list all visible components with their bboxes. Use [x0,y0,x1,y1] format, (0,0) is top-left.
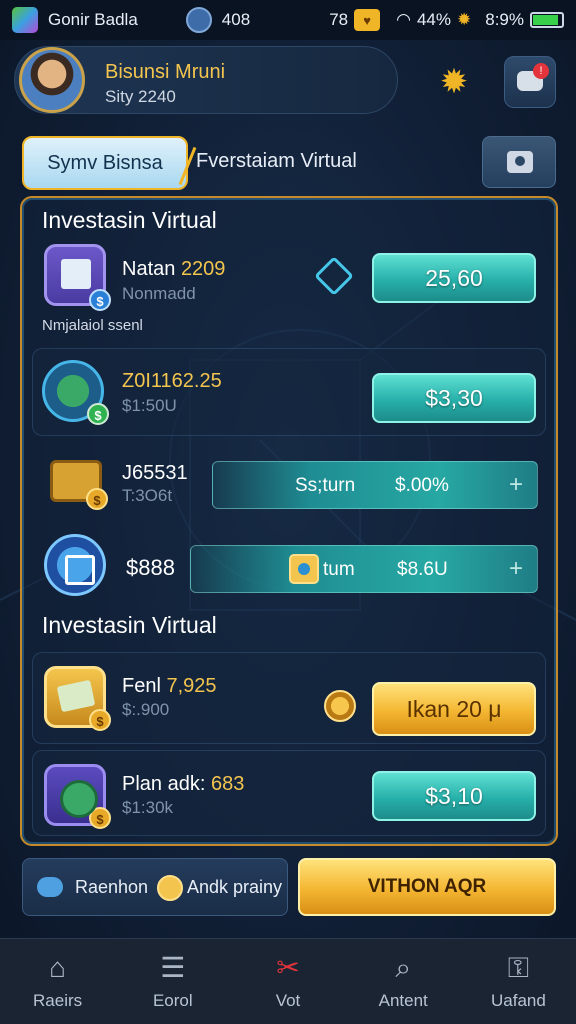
action-label-2: Andk prainy [187,877,283,897]
battery-icon [530,12,564,28]
row5-gold-button[interactable]: Ikan 20 μ [372,682,536,736]
row5-title: Fenl 7,925 [122,675,217,697]
nav-item-list[interactable]: ☰ Eorol [115,939,230,1024]
row2-title: Z0I1162.25 [122,370,222,392]
profile-city: Sity 2240 [105,87,176,106]
coin-icon: ♥ [354,9,381,31]
small-badge-icon: $ [89,289,111,311]
nav-item-tools[interactable]: ✂ Vot [230,939,345,1024]
money-circle-icon: $ [42,360,109,425]
battery-percent: 8:9% [485,10,524,29]
nav-item-home[interactable]: ⌂ Raeirs [0,939,115,1024]
nav-item-search[interactable]: ⌕ Antent [346,939,461,1024]
bottom-nav: ⌂ Raeirs ☰ Eorol ✂ Vot ⌕ Antent ⚿ Uafand [0,938,576,1024]
tab-business[interactable]: Symv Bisnsa [22,136,188,190]
lock-icon: ⚿ [507,952,530,983]
action-label-1: Raenhon [75,877,149,897]
wifi-icon: ◠ [396,10,411,29]
profile-name: Bisunsi Mruni [105,61,226,83]
nav-item-lock[interactable]: ⚿ Uafand [461,939,576,1024]
document-icon: $ [44,244,111,311]
section-title-2: Investasin Virtual [42,612,217,638]
home-icon: ⌂ [49,952,67,983]
notification-badge: ! [533,63,549,79]
row6-subtitle: $1:30k [122,798,174,817]
primary-action-button[interactable]: VITHON AQR [298,858,556,916]
camera-button[interactable] [482,136,556,188]
row5-subtitle: $:.900 [122,700,170,719]
check-coin-icon [157,875,183,901]
row4-plus-button[interactable]: + [509,555,523,583]
app-logo-icon [12,7,38,33]
row4-title: $888 [126,555,175,580]
coin-badge-icon: $ [89,709,111,731]
row1-caption: Nmjalaiol ssenl [42,317,143,334]
target-icon [289,554,319,584]
tools-icon: ✂ [276,952,300,983]
money-badge-icon: $ [87,403,109,425]
app-name: Gonir Badla [48,10,138,29]
row6-title: Plan adk: 683 [122,773,245,795]
coin-badge-icon: $ [89,807,111,829]
status-counter: 408 [221,10,251,29]
row4-progress-bar[interactable]: tum $8.6U + [190,545,538,593]
messages-button[interactable]: ! [504,56,556,108]
camera-icon [507,151,533,173]
cash-gold-icon: $ [44,666,111,731]
row6-invest-button[interactable]: $3,10 [372,771,536,821]
row4-bar-label: tum [323,559,355,580]
signal-percent: 44% [416,10,451,29]
tab-virtual-investment[interactable]: Fverstaiam Virtual [196,150,357,173]
status-bar: Gonir Badla 408 78 ♥ ◠ 44% ✹ 8:9% [0,0,576,40]
settings-gear-icon[interactable]: ✹ [430,58,478,106]
gear-small-icon: ✹ [457,10,472,29]
secondary-action-button[interactable]: Raenhon Andk prainy [22,858,288,916]
checkbox-circle-icon [44,534,106,596]
row1-title: Natan 2209 [122,258,226,280]
gold-coin-icon [324,690,356,722]
avatar[interactable] [19,47,85,113]
row1-invest-button[interactable]: 25,60 [372,253,536,303]
row3-plus-button[interactable]: + [509,471,523,499]
row3-title: J65531 [122,462,188,484]
row2-invest-button[interactable]: $3,30 [372,373,536,423]
profile-header: Bisunsi Mruni Sity 2240 ✹ ! [0,40,576,120]
profile-card[interactable]: Bisunsi Mruni Sity 2240 [14,46,398,114]
coin-count: 78 [329,10,349,29]
row3-progress-bar[interactable]: Ss;turn $.00% + [212,461,538,509]
money-purple-icon: $ [44,764,111,829]
row2-subtitle: $1:50U [122,396,177,415]
cloud-icon [37,877,63,897]
coin-badge-icon: $ [86,488,108,510]
row3-bar-value: $.00% [395,475,449,496]
row3-subtitle: T:3O6t [122,486,173,505]
list-icon: ☰ [160,952,186,983]
row3-bar-label: Ss;turn [295,475,356,496]
row1-subtitle: Nonmadd [122,284,196,303]
row4-bar-value: $8.6U [397,559,448,580]
search-icon: ⌕ [395,952,412,983]
small-avatar-icon [185,7,212,33]
cash-stack-icon: $ [44,450,108,512]
section-title-1: Investasin Virtual [42,207,217,233]
